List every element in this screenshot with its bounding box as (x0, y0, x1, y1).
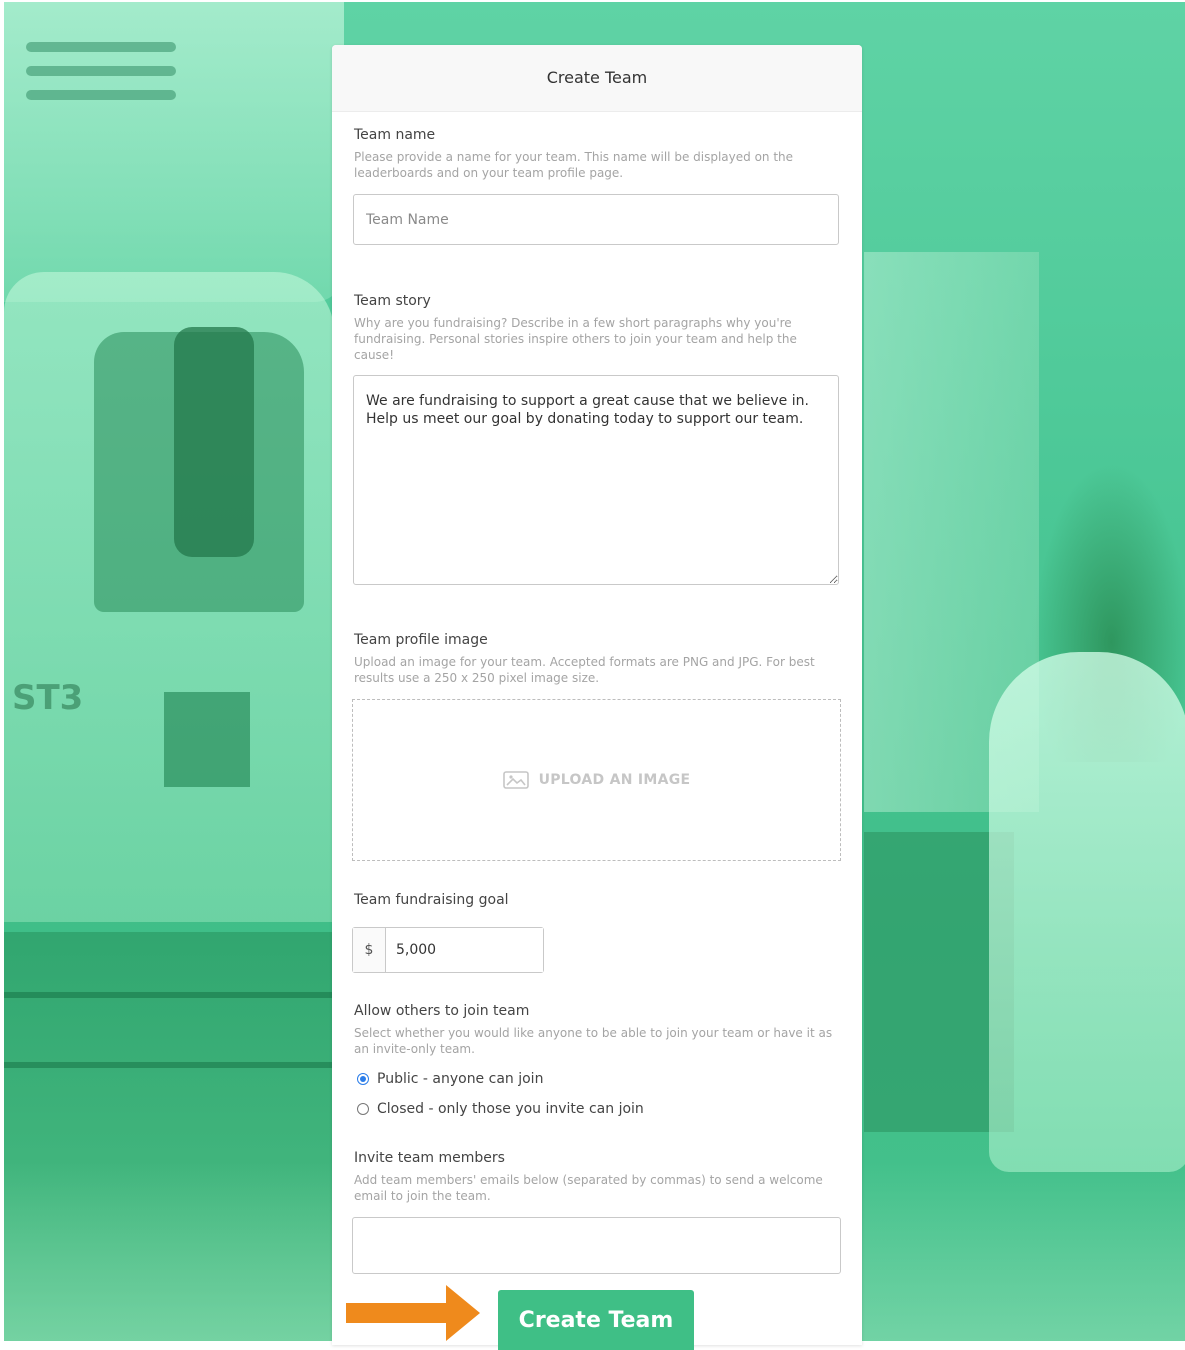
truck-mirror (174, 327, 254, 557)
team-name-input[interactable] (353, 194, 839, 245)
team-story-section: Team story Why are you fundraising? Desc… (354, 292, 840, 363)
truck-logo (164, 692, 250, 787)
card-title: Create Team (332, 45, 862, 112)
goal-label: Team fundraising goal (354, 892, 509, 908)
crate-edge (4, 992, 344, 998)
profile-image-section: Team profile image Upload an image for y… (354, 631, 840, 686)
truck-vent (26, 66, 176, 76)
profile-image-label: Team profile image (354, 632, 488, 648)
radio-closed-indicator[interactable] (357, 1103, 369, 1115)
create-team-button[interactable]: Create Team (498, 1290, 694, 1350)
goal-amount-input[interactable] (386, 928, 543, 972)
radio-public[interactable]: Public - anyone can join (357, 1071, 543, 1087)
upload-image-dropzone[interactable]: UPLOAD AN IMAGE (352, 699, 841, 861)
profile-image-help: Upload an image for your team. Accepted … (354, 655, 815, 685)
radio-closed-label: Closed - only those you invite can join (377, 1101, 644, 1117)
team-name-label: Team name (354, 127, 436, 143)
truck-marking: ST3 (12, 678, 84, 718)
join-label: Allow others to join team (354, 1003, 530, 1019)
goal-input-group: $ (352, 927, 544, 973)
invite-emails-input[interactable] (352, 1217, 841, 1274)
currency-addon: $ (353, 928, 386, 972)
team-name-section: Team name Please provide a name for your… (354, 126, 840, 181)
crate-edge (4, 1062, 344, 1068)
radio-public-indicator[interactable] (357, 1073, 369, 1085)
team-story-textarea[interactable]: We are fundraising to support a great ca… (353, 375, 839, 585)
join-section: Allow others to join team Select whether… (354, 1002, 840, 1057)
team-story-help: Why are you fundraising? Describe in a f… (354, 316, 797, 362)
goal-section: Team fundraising goal (354, 891, 840, 909)
invite-label: Invite team members (354, 1150, 505, 1166)
radio-closed[interactable]: Closed - only those you invite can join (357, 1101, 644, 1117)
volunteer (989, 652, 1185, 1172)
create-team-card: Create Team Team name Please provide a n… (332, 45, 862, 1350)
invite-section: Invite team members Add team members' em… (354, 1149, 840, 1204)
radio-public-label: Public - anyone can join (377, 1071, 544, 1087)
team-name-help: Please provide a name for your team. Thi… (354, 150, 794, 180)
truck-vent (26, 90, 176, 100)
arrow-pointer-icon (346, 1285, 480, 1341)
image-icon (502, 771, 529, 789)
upload-image-label: UPLOAD AN IMAGE (538, 772, 691, 788)
join-help: Select whether you would like anyone to … (354, 1026, 833, 1056)
team-story-label: Team story (354, 293, 431, 309)
truck-vent (26, 42, 176, 52)
invite-help: Add team members' emails below (separate… (354, 1173, 823, 1203)
